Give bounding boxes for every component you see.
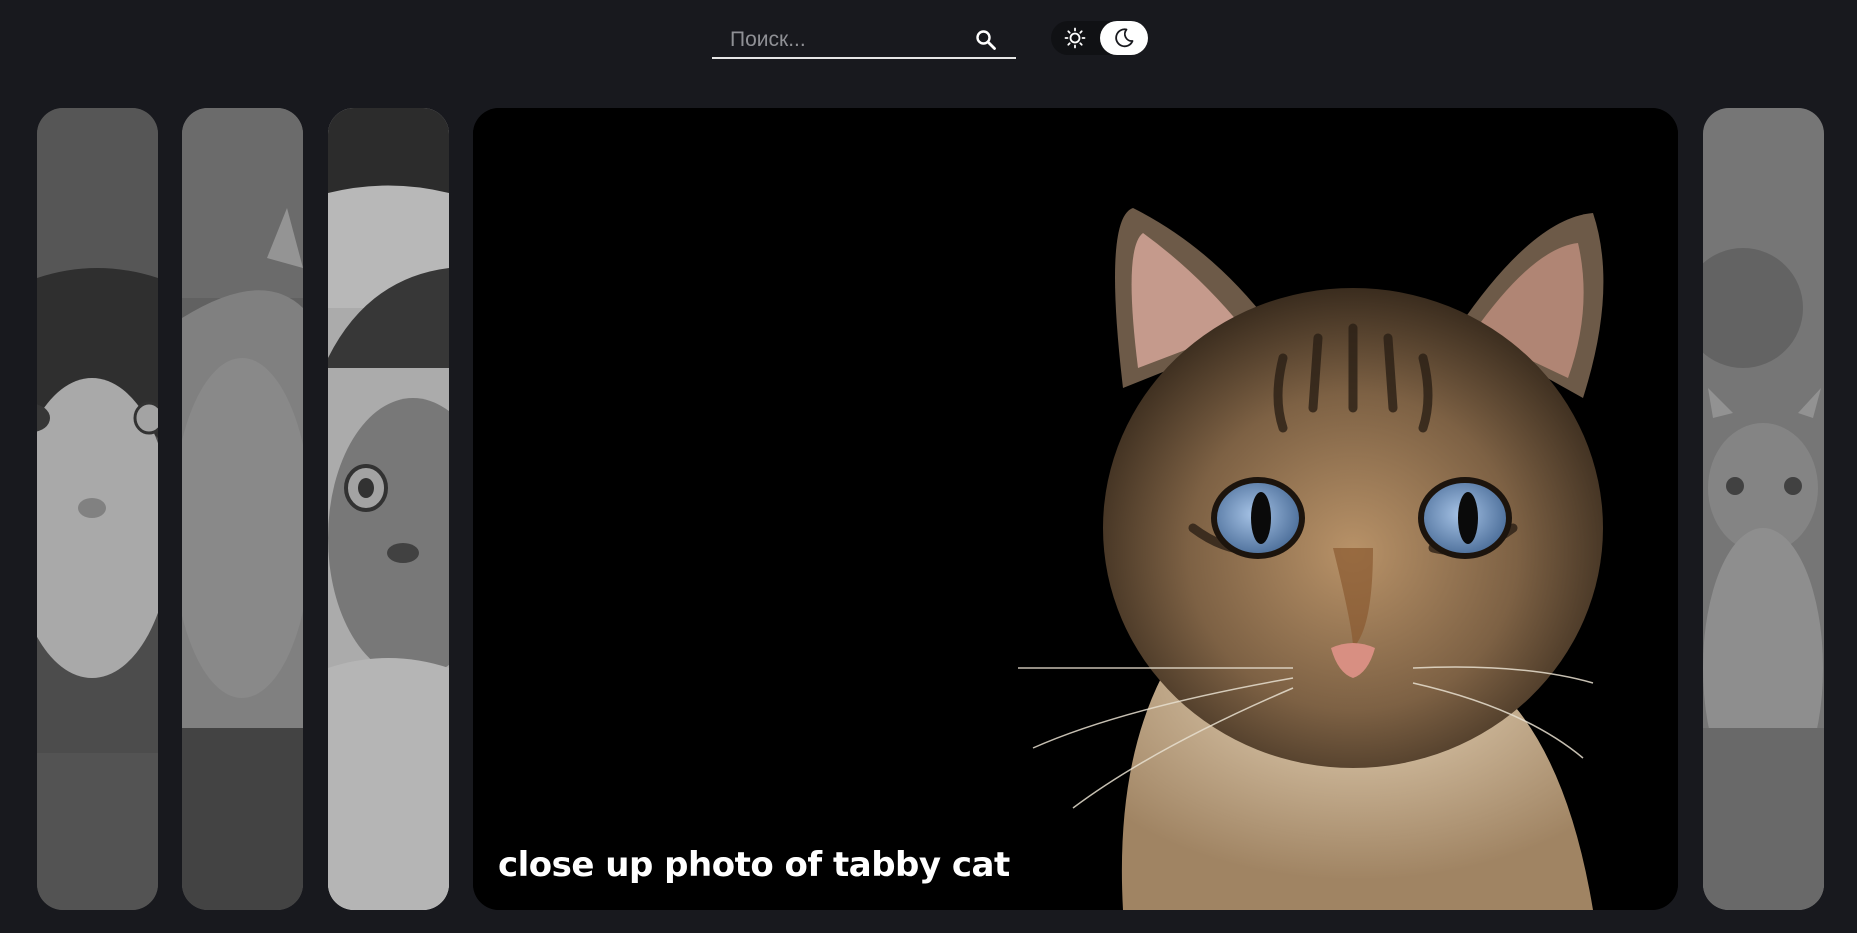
search-icon[interactable] — [974, 28, 998, 52]
tabby-cat-photo — [473, 108, 1678, 910]
gallery-card[interactable] — [1703, 108, 1824, 910]
search-bar — [712, 22, 1016, 59]
image-caption: close up photo of tabby cat — [498, 845, 1010, 885]
gallery-card[interactable] — [182, 108, 303, 910]
card-overlay — [37, 108, 158, 910]
gallery-card[interactable] — [37, 108, 158, 910]
theme-toggle — [1051, 21, 1148, 55]
light-theme-button[interactable] — [1051, 21, 1099, 55]
dark-theme-button[interactable] — [1100, 21, 1148, 55]
card-overlay — [328, 108, 449, 910]
gallery-card-active[interactable]: close up photo of tabby cat — [473, 108, 1678, 910]
search-input[interactable] — [730, 24, 970, 56]
sun-icon — [1064, 27, 1086, 49]
top-bar — [0, 0, 1857, 90]
gallery-card[interactable] — [328, 108, 449, 910]
card-overlay — [182, 108, 303, 910]
moon-icon — [1115, 28, 1134, 48]
image-gallery: close up photo of tabby cat — [0, 108, 1857, 910]
card-overlay — [1703, 108, 1824, 910]
